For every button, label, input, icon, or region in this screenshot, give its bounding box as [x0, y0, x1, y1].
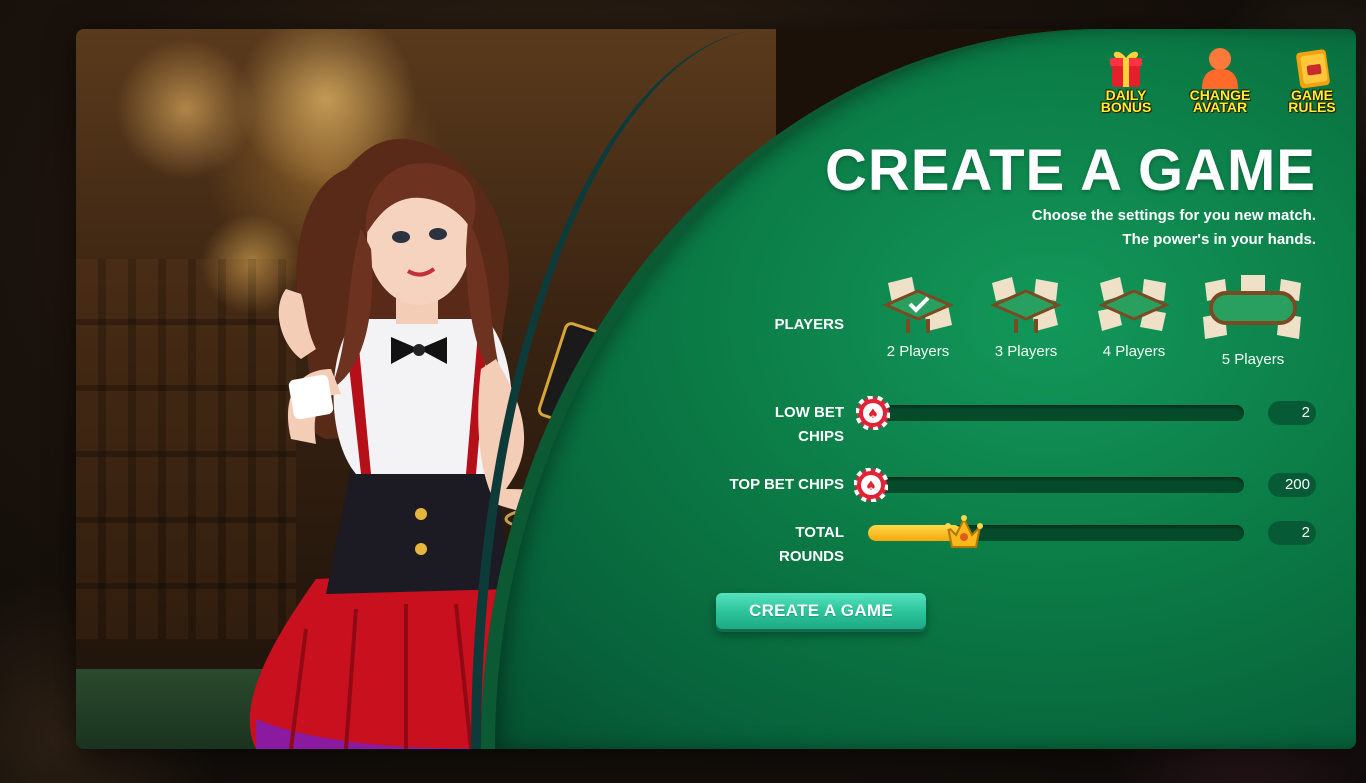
game-rules-button[interactable]: GAME RULES [1272, 45, 1352, 117]
player-option-3-label: 3 Players [994, 343, 1058, 360]
top-bet-label: TOP BET CHIPS [729, 476, 844, 493]
daily-bonus-label-line2: BONUS [1100, 99, 1152, 115]
game-rules-label-line2: RULES [1288, 99, 1336, 115]
daily-bonus-button[interactable]: DAILY BONUS [1086, 45, 1166, 117]
poker-chip-icon: ♠ [855, 395, 891, 431]
table-2-seats-icon [882, 277, 954, 333]
avatar-icon [1198, 45, 1242, 89]
page-subtitle: Choose the settings for you new match. T… [1032, 204, 1316, 252]
top-bet-slider-handle[interactable]: ♠ [853, 467, 889, 507]
change-avatar-label-line2: AVATAR [1192, 99, 1248, 115]
table-4-seats-icon [1098, 277, 1170, 331]
page-title: CREATE A GAME [825, 138, 1316, 203]
table-3-seats-icon [990, 277, 1062, 333]
game-window: ♠ DAILY BONUS C [76, 29, 1356, 749]
top-bet-value: 200 [1268, 473, 1316, 497]
players-label: PLAYERS [774, 316, 844, 333]
table-5-seats-icon [1203, 275, 1301, 339]
low-bet-slider-handle[interactable]: ♠ [855, 395, 891, 435]
subtitle-line-2: The power's in your hands. [1122, 231, 1316, 248]
player-option-5-label: 5 Players [1221, 351, 1285, 368]
book-icon [1290, 45, 1334, 89]
total-rounds-value: 2 [1268, 521, 1316, 545]
low-bet-slider-track[interactable] [868, 405, 1244, 421]
player-option-4-label: 4 Players [1102, 343, 1166, 360]
top-bet-slider-track[interactable] [868, 477, 1244, 493]
total-rounds-label-line1: TOTAL [795, 524, 844, 541]
low-bet-label-line2: CHIPS [798, 428, 844, 445]
player-option-2[interactable]: 2 Players [876, 273, 960, 360]
total-rounds-label-line2: ROUNDS [778, 548, 844, 565]
player-option-2-label: 2 Players [886, 343, 950, 360]
low-bet-label: LOW BET CHIPS [736, 401, 844, 449]
total-rounds-slider-track[interactable] [868, 525, 1244, 541]
low-bet-label-line1: LOW BET [774, 404, 844, 421]
svg-text:♠: ♠ [867, 407, 879, 422]
subtitle-line-1: Choose the settings for you new match. [1031, 207, 1316, 224]
svg-text:♠: ♠ [865, 479, 877, 494]
create-game-button[interactable]: CREATE A GAME [716, 593, 926, 629]
low-bet-value: 2 [1268, 401, 1316, 425]
gift-icon [1104, 45, 1148, 89]
player-option-5[interactable]: 5 Players [1200, 273, 1306, 368]
total-rounds-slider-handle[interactable] [944, 513, 984, 556]
poker-chip-icon: ♠ [853, 467, 889, 503]
change-avatar-button[interactable]: CHANGE AVATAR [1180, 45, 1260, 117]
total-rounds-label: TOTAL ROUNDS [736, 521, 844, 569]
player-option-3[interactable]: 3 Players [984, 273, 1068, 360]
player-option-4[interactable]: 4 Players [1092, 273, 1176, 360]
crown-icon [945, 515, 983, 548]
